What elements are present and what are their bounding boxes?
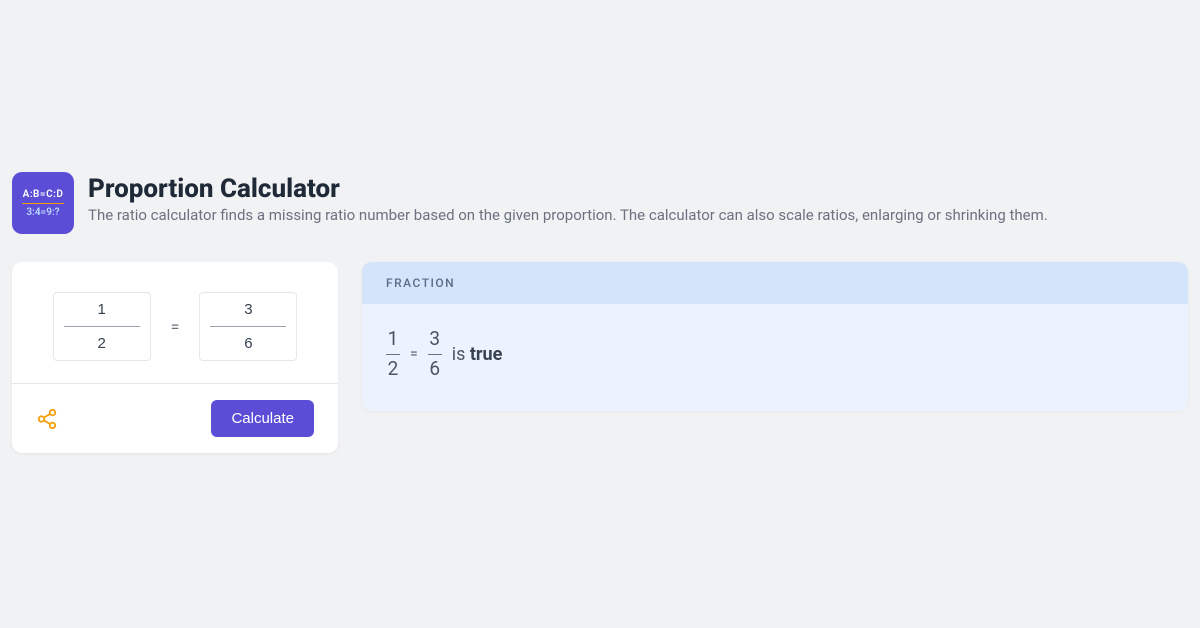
icon-divider — [22, 203, 64, 204]
result-fraction-1: 1 2 — [386, 328, 400, 381]
result-card: FRACTION 1 2 = 3 6 is true — [362, 262, 1188, 411]
equals-sign: = — [161, 317, 190, 336]
result-equals: = — [410, 346, 418, 362]
calculate-button[interactable]: Calculate — [211, 400, 314, 437]
app-icon: A:B=C:D 3:4=9:? — [12, 172, 74, 234]
result-den-1: 2 — [388, 358, 399, 381]
right-fraction — [199, 292, 297, 361]
result-truth: true — [470, 344, 502, 365]
result-header: FRACTION — [362, 262, 1188, 304]
share-icon — [36, 408, 58, 430]
page-subtitle: The ratio calculator finds a missing rat… — [88, 206, 1188, 224]
result-is: is — [452, 344, 470, 365]
icon-formula-top: A:B=C:D — [23, 188, 64, 201]
page-title: Proportion Calculator — [88, 174, 1188, 204]
result-den-2: 6 — [429, 358, 440, 381]
result-text: is true — [452, 344, 503, 365]
calculator-card: = Calculate — [12, 262, 338, 453]
denominator-d-input[interactable] — [200, 327, 296, 360]
result-num-2: 3 — [429, 328, 440, 351]
result-fraction-2: 3 6 — [428, 328, 442, 381]
result-body: 1 2 = 3 6 is true — [362, 304, 1188, 411]
share-button[interactable] — [36, 408, 58, 430]
numerator-a-input[interactable] — [54, 293, 150, 326]
fraction-row: = — [42, 292, 308, 361]
numerator-c-input[interactable] — [200, 293, 296, 326]
denominator-b-input[interactable] — [54, 327, 150, 360]
icon-formula-bottom: 3:4=9:? — [26, 206, 59, 219]
page-header: A:B=C:D 3:4=9:? Proportion Calculator Th… — [12, 172, 1188, 234]
result-num-1: 1 — [388, 328, 399, 351]
left-fraction — [53, 292, 151, 361]
result-bar-2 — [428, 354, 442, 355]
result-bar-1 — [386, 354, 400, 355]
